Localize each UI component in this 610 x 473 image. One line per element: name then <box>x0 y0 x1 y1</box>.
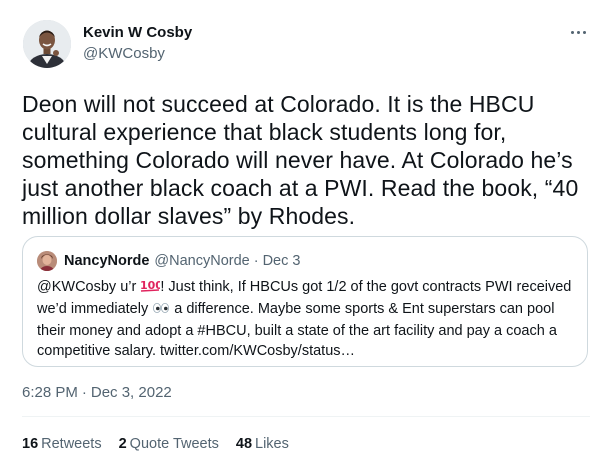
likes-stat[interactable]: 48 Likes <box>236 436 289 452</box>
more-dots-icon[interactable] <box>566 23 590 41</box>
likes-count: 48 <box>235 436 253 452</box>
quote-tweets-count: 2 <box>118 436 127 452</box>
dot <box>576 30 580 34</box>
tweet-stats: 16 Retweets 2 Quote Tweets 48 Likes <box>22 436 306 452</box>
quoted-header: NancyNorde @NancyNorde · Dec 3 <box>64 251 300 271</box>
quoted-text: @KWCosby u’r 100! Just think, If HBCUs g… <box>37 277 577 361</box>
tweet-date: Dec 3, 2022 <box>90 384 172 401</box>
author-handle[interactable]: @KWCosby <box>83 45 165 63</box>
dot <box>570 30 574 34</box>
quoted-separator: · <box>253 253 259 269</box>
quoted-avatar-image <box>37 251 57 271</box>
stats-divider <box>22 416 590 417</box>
author-avatar[interactable] <box>23 20 71 68</box>
author-name[interactable]: Kevin W Cosby <box>83 24 192 42</box>
tweet-card: Kevin W Cosby @KWCosby Deon will not suc… <box>0 0 610 473</box>
quoted-date[interactable]: Dec 3 <box>263 253 301 269</box>
quoted-text-part-1: @KWCosby u’r <box>37 279 141 295</box>
retweets-label: Retweets <box>41 436 102 452</box>
tweet-timestamp[interactable]: 6:28 PM · Dec 3, 2022 <box>22 384 172 401</box>
quoted-author-handle[interactable]: @NancyNorde <box>154 253 249 269</box>
quoted-author-avatar[interactable] <box>37 251 57 271</box>
quote-tweets-stat[interactable]: 2 Quote Tweets <box>119 436 219 452</box>
likes-label: Likes <box>255 436 289 452</box>
tweet-time: 6:28 PM <box>22 384 78 401</box>
quoted-tweet[interactable]: NancyNorde @NancyNorde · Dec 3 @KWCosby … <box>22 236 588 367</box>
quoted-author-name[interactable]: NancyNorde <box>64 253 149 269</box>
eyes-emoji-icon <box>152 301 170 321</box>
hundred-points-emoji-icon: 100 <box>140 277 163 299</box>
dot <box>582 30 586 34</box>
tweet-text: Deon will not succeed at Colorado. It is… <box>22 91 579 229</box>
author-avatar-image <box>23 20 71 68</box>
quote-tweets-label: Quote Tweets <box>129 436 219 452</box>
retweets-count: 16 <box>22 436 39 452</box>
retweets-stat[interactable]: 16 Retweets <box>22 436 102 452</box>
timestamp-separator: · <box>81 384 87 401</box>
